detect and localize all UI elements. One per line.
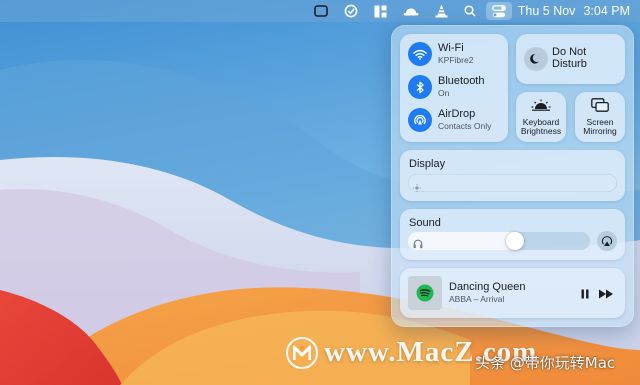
keyboard-brightness-tile[interactable]: Keyboard Brightness: [516, 92, 566, 142]
airdrop-icon[interactable]: [408, 108, 432, 132]
hat-icon[interactable]: [395, 0, 427, 22]
wifi-toggle[interactable]: Wi-Fi KPFibre2: [408, 42, 473, 66]
macz-logo-icon: [286, 336, 318, 369]
volume-slider[interactable]: [408, 232, 590, 250]
screen-mirroring-line2: Mirroring: [583, 126, 617, 137]
now-playing-module: Dancing Queen ABBA – Arrival: [400, 268, 625, 318]
next-track-button[interactable]: [598, 287, 614, 305]
dnd-label-line2: Disturb: [552, 58, 587, 71]
airdrop-status: Contacts Only: [438, 121, 492, 132]
moon-icon[interactable]: [524, 47, 548, 71]
network-module: Wi-Fi KPFibre2 Bluetooth On AirDrop Cont…: [400, 34, 508, 142]
watermark-caption: 头条 @带你玩转Mac: [475, 354, 616, 372]
menu-bar: Thu 5 Nov 3:04 PM: [0, 0, 640, 22]
track-artist: ABBA – Arrival: [449, 294, 505, 305]
menubar-time[interactable]: 3:04 PM: [583, 4, 634, 18]
keyboard-brightness-icon: [531, 98, 551, 116]
display-brightness-slider[interactable]: [408, 174, 617, 192]
airdrop-title: AirDrop: [438, 107, 476, 120]
wifi-title: Wi-Fi: [438, 41, 464, 54]
pause-button[interactable]: [579, 287, 591, 305]
control-center-icon[interactable]: [485, 2, 512, 20]
menubar-date[interactable]: Thu 5 Nov: [514, 4, 584, 18]
airdrop-toggle[interactable]: AirDrop Contacts Only: [408, 108, 491, 132]
keyboard-brightness-line2: Brightness: [520, 126, 562, 137]
wifi-network-name: KPFibre2: [438, 55, 474, 66]
headphones-icon: [413, 236, 423, 254]
vlc-cone-icon[interactable]: [427, 0, 456, 22]
screen-mirroring-tile[interactable]: Screen Mirroring: [575, 92, 625, 142]
volume-slider-knob[interactable]: [506, 232, 525, 250]
spotify-icon[interactable]: [408, 276, 442, 310]
screen-mirroring-icon: [591, 98, 609, 117]
bluetooth-icon[interactable]: [408, 75, 432, 99]
search-icon[interactable]: [456, 0, 484, 22]
bluetooth-toggle[interactable]: Bluetooth On: [408, 75, 484, 99]
dnd-label-line1: Do Not: [552, 46, 587, 58]
checkmark-circle-icon[interactable]: [336, 0, 366, 22]
wifi-icon[interactable]: [408, 42, 432, 66]
screen-icon[interactable]: [306, 0, 336, 22]
display-title: Display: [409, 158, 446, 170]
track-title: Dancing Queen: [449, 281, 526, 293]
sound-title: Sound: [409, 217, 441, 229]
sound-module: Sound: [400, 209, 625, 260]
brightness-icon: [413, 179, 421, 197]
do-not-disturb-module[interactable]: Do Not Disturb: [516, 34, 625, 84]
airplay-icon[interactable]: [597, 231, 617, 251]
display-module: Display: [400, 150, 625, 201]
layout-grid-icon[interactable]: [366, 0, 395, 22]
bluetooth-title: Bluetooth: [438, 74, 485, 87]
control-center-panel: Wi-Fi KPFibre2 Bluetooth On AirDrop Cont…: [391, 25, 634, 327]
bluetooth-status: On: [438, 88, 450, 99]
